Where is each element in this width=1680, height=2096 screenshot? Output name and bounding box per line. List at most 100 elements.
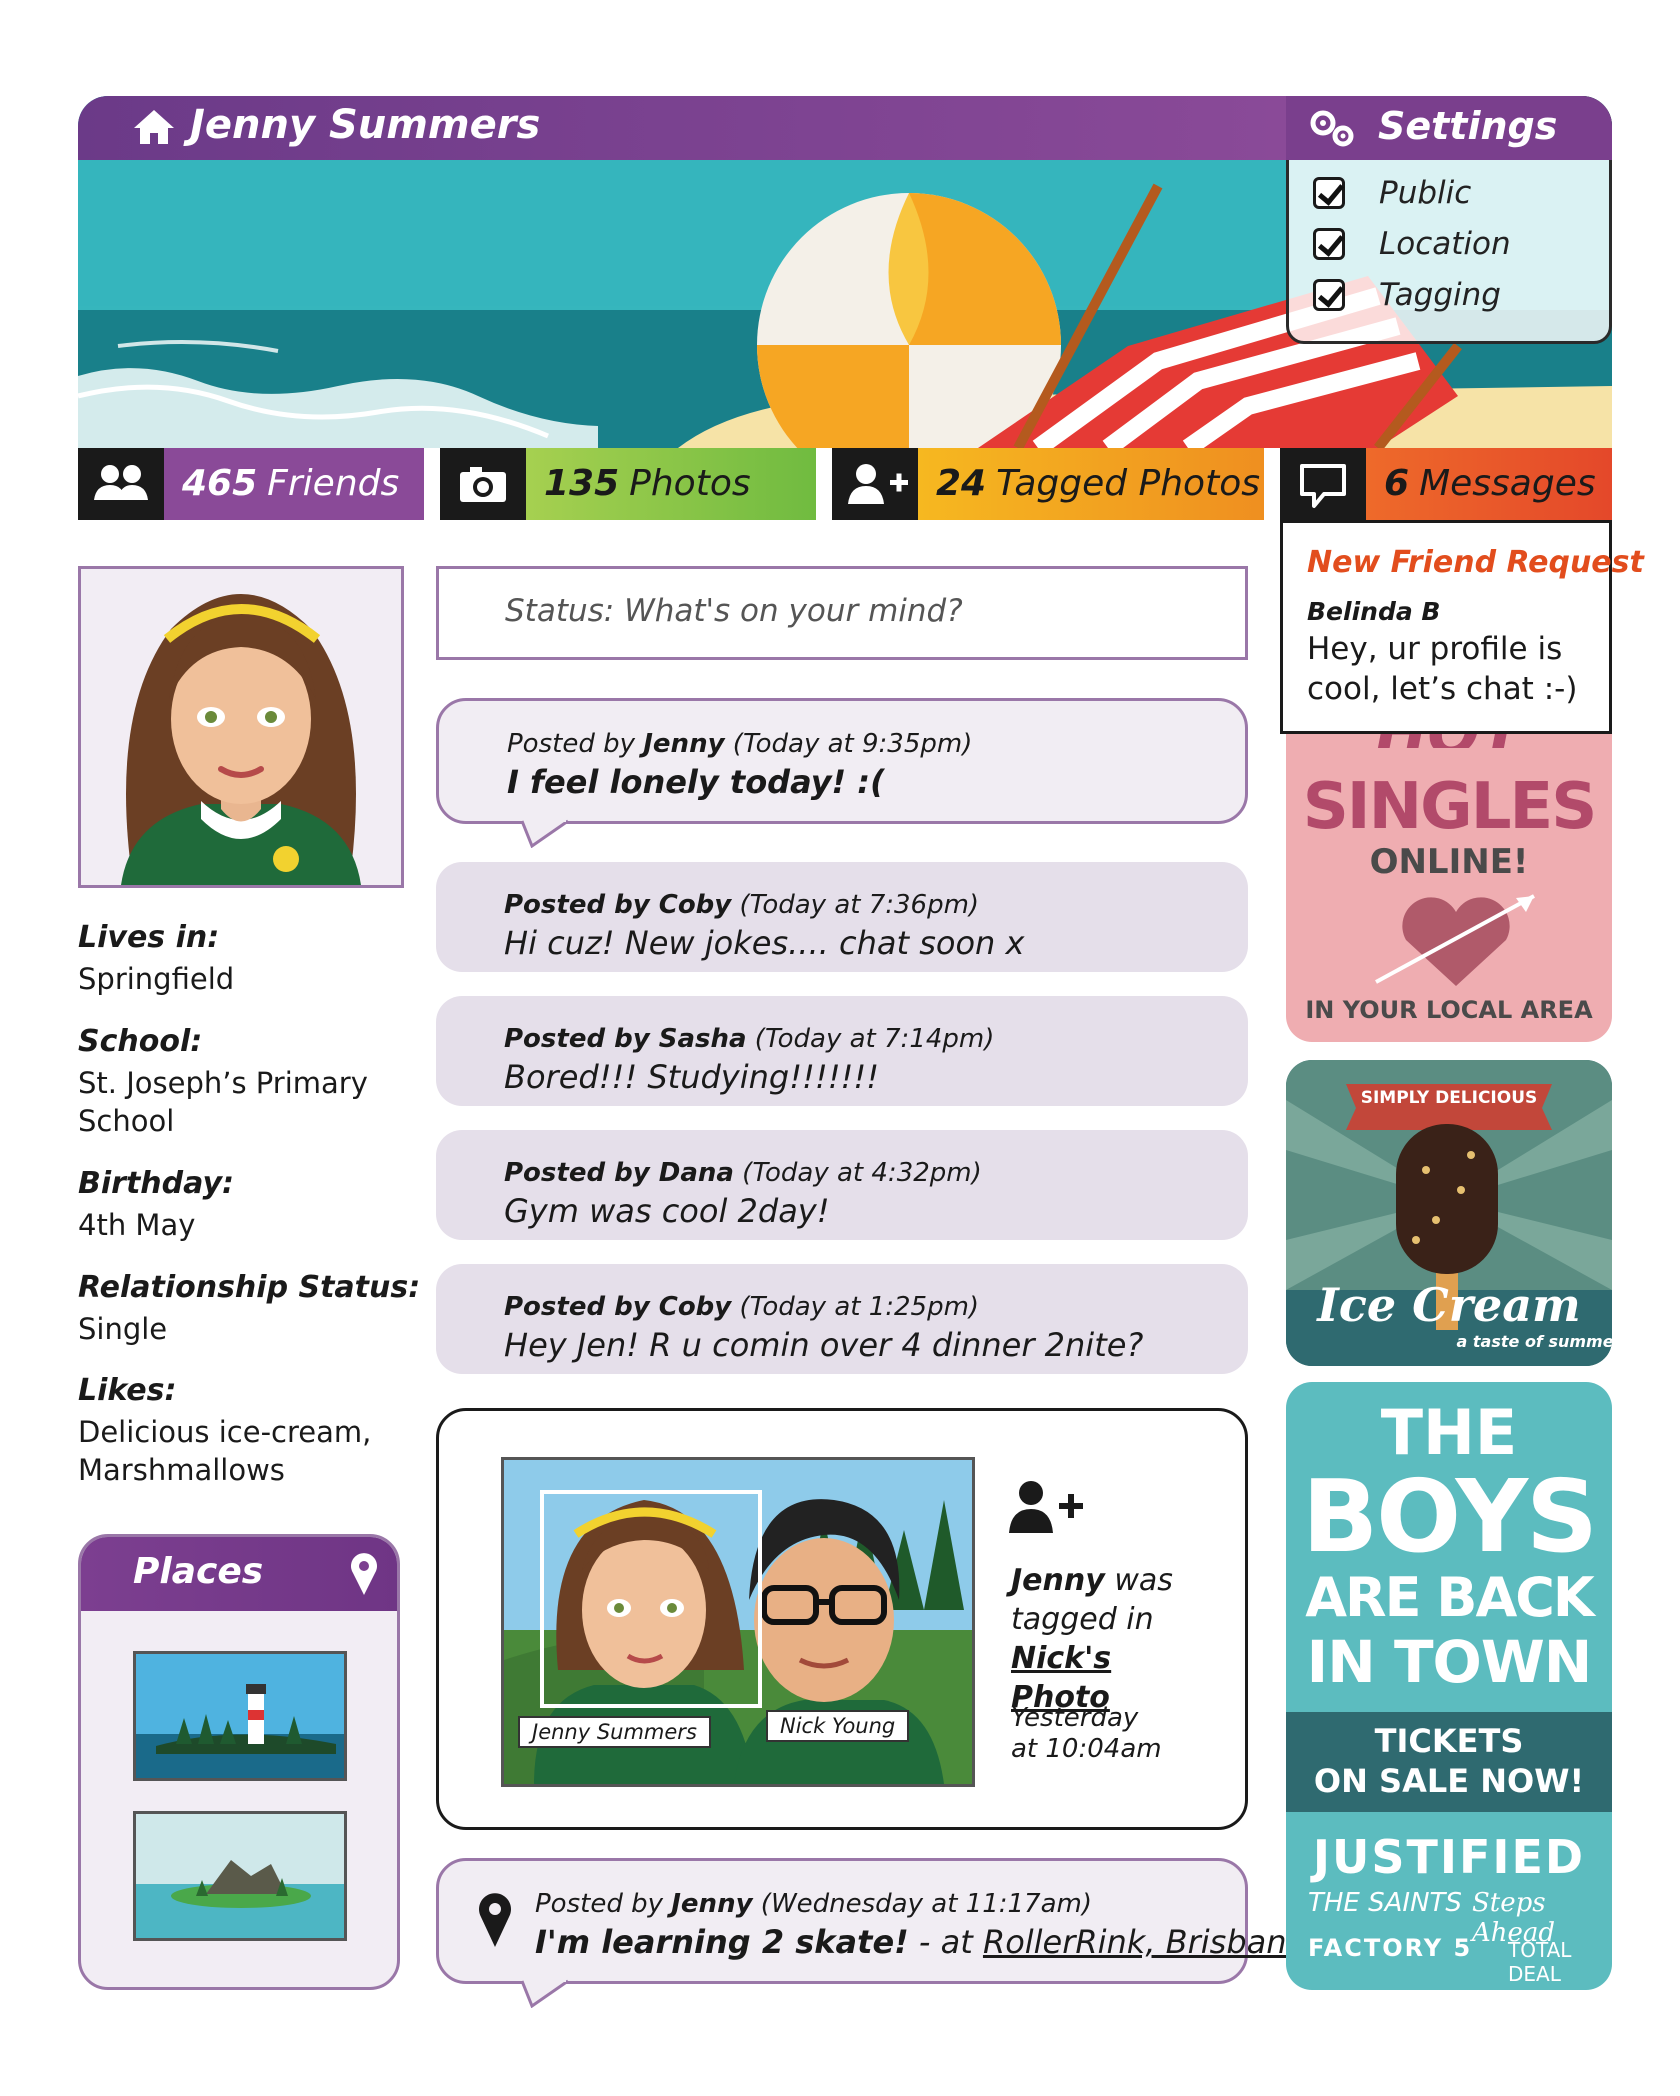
camera-icon	[440, 448, 526, 520]
ad-text: ONLINE!	[1369, 842, 1529, 882]
post-author[interactable]: Jenny	[671, 1889, 752, 1919]
tagged-label: Tagged Photos	[996, 463, 1260, 504]
lives-in-label: Lives in:	[78, 920, 220, 955]
profile-picture[interactable]	[78, 566, 404, 888]
post-dana[interactable]: Posted by Dana (Today at 4:32pm) Gym was…	[436, 1130, 1248, 1240]
ad-concert[interactable]: THE BOYS ARE BACK IN TOWN TICKETS ON SAL…	[1286, 1382, 1612, 1990]
post-author[interactable]: Posted by Coby	[504, 1292, 731, 1322]
post-author[interactable]: Jenny	[643, 729, 724, 759]
checkbox-public[interactable]	[1313, 177, 1345, 209]
ad-text: TOTAL DEAL	[1508, 1938, 1572, 1986]
ad-text: TICKETS	[1374, 1722, 1524, 1760]
post-text: Gym was cool 2day!	[504, 1192, 830, 1230]
checkin-post[interactable]: Posted by Jenny (Wednesday at 11:17am) I…	[436, 1858, 1306, 1984]
friends-count: 465	[182, 463, 258, 504]
ad-text: SIMPLY DELICIOUS	[1360, 1088, 1538, 1108]
ad-text: FACTORY 5	[1308, 1934, 1473, 1962]
post-author[interactable]: Posted by Coby	[504, 890, 731, 920]
post-meta: Posted by Dana (Today at 4:32pm)	[504, 1158, 982, 1188]
relationship-label: Relationship Status:	[78, 1270, 421, 1305]
setting-label: Location	[1379, 226, 1511, 262]
likes-label: Likes:	[78, 1373, 177, 1408]
post-text: I'm learning 2 skate! - at RollerRink, B…	[535, 1923, 1307, 1961]
ad-text: ARE BACK	[1305, 1566, 1595, 1629]
post-meta: Posted by Jenny (Wednesday at 11:17am)	[535, 1889, 1092, 1919]
school-value: St. Joseph’s Primary School	[78, 1066, 368, 1138]
message-text: Hey, ur profile is cool, let’s chat :-)	[1307, 631, 1578, 707]
photos-label: Photos	[629, 463, 751, 504]
post-meta: Posted by Sasha (Today at 7:14pm)	[504, 1024, 995, 1054]
settings-panel: Settings Public Location Tagging	[1286, 96, 1612, 344]
post-text: Bored!!! Studying!!!!!!!	[504, 1058, 880, 1096]
profile-name-bar: Jenny Summers	[78, 96, 1288, 160]
messages-count: 6	[1384, 463, 1410, 504]
likes-value: Delicious ice-cream, Marshmallows	[78, 1415, 372, 1487]
ad-text: SINGLES	[1302, 770, 1598, 844]
places-title: Places	[133, 1551, 264, 1592]
ad-text: BOYS	[1301, 1458, 1598, 1575]
checkbox-tagging[interactable]	[1313, 279, 1345, 311]
ad-hot-singles[interactable]: HOT SINGLES ONLINE! IN YOUR LOCAL AREA	[1286, 700, 1612, 1042]
checkbox-location[interactable]	[1313, 228, 1345, 260]
ad-text: ON SALE NOW!	[1313, 1762, 1585, 1800]
ad-text: IN TOWN	[1306, 1628, 1593, 1696]
add-person-icon	[1009, 1479, 1085, 1539]
birthday-label: Birthday:	[78, 1166, 234, 1201]
friend-request-title: New Friend Request	[1307, 545, 1644, 580]
ad-text: JUSTIFIED	[1312, 1830, 1586, 1884]
ad-text: a taste of summer	[1456, 1332, 1612, 1351]
post-coby-1[interactable]: Posted by Coby (Today at 7:36pm) Hi cuz!…	[436, 862, 1248, 972]
post-sasha[interactable]: Posted by Sasha (Today at 7:14pm) Bored!…	[436, 996, 1248, 1106]
post-author[interactable]: Posted by Sasha	[504, 1024, 747, 1054]
speech-tail	[520, 818, 569, 848]
school-label: School:	[78, 1024, 203, 1059]
status-placeholder: Status: What's on your mind?	[505, 593, 963, 629]
setting-label: Public	[1379, 175, 1472, 211]
ad-text: Ice Cream	[1317, 1278, 1581, 1332]
tag-notification-text: Jenny was tagged in Nick's Photo	[1011, 1563, 1173, 1715]
post-text: Hi cuz! New jokes.... chat soon x	[504, 924, 1025, 962]
relationship-value: Single	[78, 1312, 168, 1346]
tagged-photos-tab[interactable]: 24 Tagged Photos	[832, 448, 1264, 520]
tagged-photo[interactable]: Jenny Summers Nick Young	[501, 1457, 975, 1787]
messages-dropdown[interactable]: New Friend Request Belinda B Hey, ur pro…	[1280, 520, 1644, 734]
photos-tab[interactable]: 135 Photos	[440, 448, 816, 520]
place-link[interactable]: RollerRink, Brisbane	[983, 1923, 1306, 1961]
tagged-count: 24	[936, 463, 987, 504]
ad-text: IN YOUR LOCAL AREA	[1305, 996, 1593, 1024]
message-sender: Belinda B	[1307, 597, 1441, 626]
tag-notification-card[interactable]: Jenny Summers Nick Young Jenny was tagge…	[436, 1408, 1248, 1830]
post-text: Hey Jen! R u comin over 4 dinner 2nite?	[504, 1326, 1144, 1364]
lives-in-value: Springfield	[78, 962, 235, 996]
place-photo-island[interactable]	[133, 1811, 347, 1941]
friends-tab[interactable]: 465 Friends	[78, 448, 424, 520]
heart-arrow-icon	[1375, 894, 1535, 986]
home-icon[interactable]	[132, 108, 176, 150]
friends-icon	[78, 448, 164, 520]
messages-label: Messages	[1419, 463, 1596, 504]
tag-timestamp: Yesterday at 10:04am	[1011, 1703, 1162, 1764]
gears-icon	[1308, 108, 1358, 154]
photos-count: 135	[544, 463, 620, 504]
add-person-icon	[832, 448, 918, 520]
settings-header[interactable]: Settings	[1286, 96, 1612, 160]
birthday-value: 4th May	[78, 1208, 196, 1242]
places-panel: Places	[78, 1534, 400, 1990]
location-pin-icon	[477, 1891, 513, 1953]
places-header: Places	[81, 1537, 397, 1611]
ad-text: THE SAINTS	[1308, 1888, 1462, 1918]
face-tag-jenny[interactable]: Jenny Summers	[518, 1716, 711, 1748]
speech-bubble-icon	[1280, 448, 1366, 520]
ad-ice-cream[interactable]: SIMPLY DELICIOUS Ice Cream a taste of su…	[1286, 1060, 1612, 1366]
face-tag-nick[interactable]: Nick Young	[766, 1710, 910, 1742]
location-pin-icon	[349, 1551, 379, 1601]
place-photo-lighthouse[interactable]	[133, 1651, 347, 1781]
post-jenny[interactable]: Posted by Jenny (Today at 9:35pm) I feel…	[436, 698, 1248, 824]
settings-title: Settings	[1378, 104, 1558, 148]
status-input[interactable]: Status: What's on your mind?	[436, 566, 1248, 660]
messages-tab[interactable]: 6 Messages	[1280, 448, 1612, 520]
post-author[interactable]: Posted by Dana	[504, 1158, 734, 1188]
post-coby-2[interactable]: Posted by Coby (Today at 1:25pm) Hey Jen…	[436, 1264, 1248, 1374]
post-meta: Posted by Coby (Today at 1:25pm)	[504, 1292, 980, 1322]
post-text: I feel lonely today! :(	[507, 763, 885, 801]
